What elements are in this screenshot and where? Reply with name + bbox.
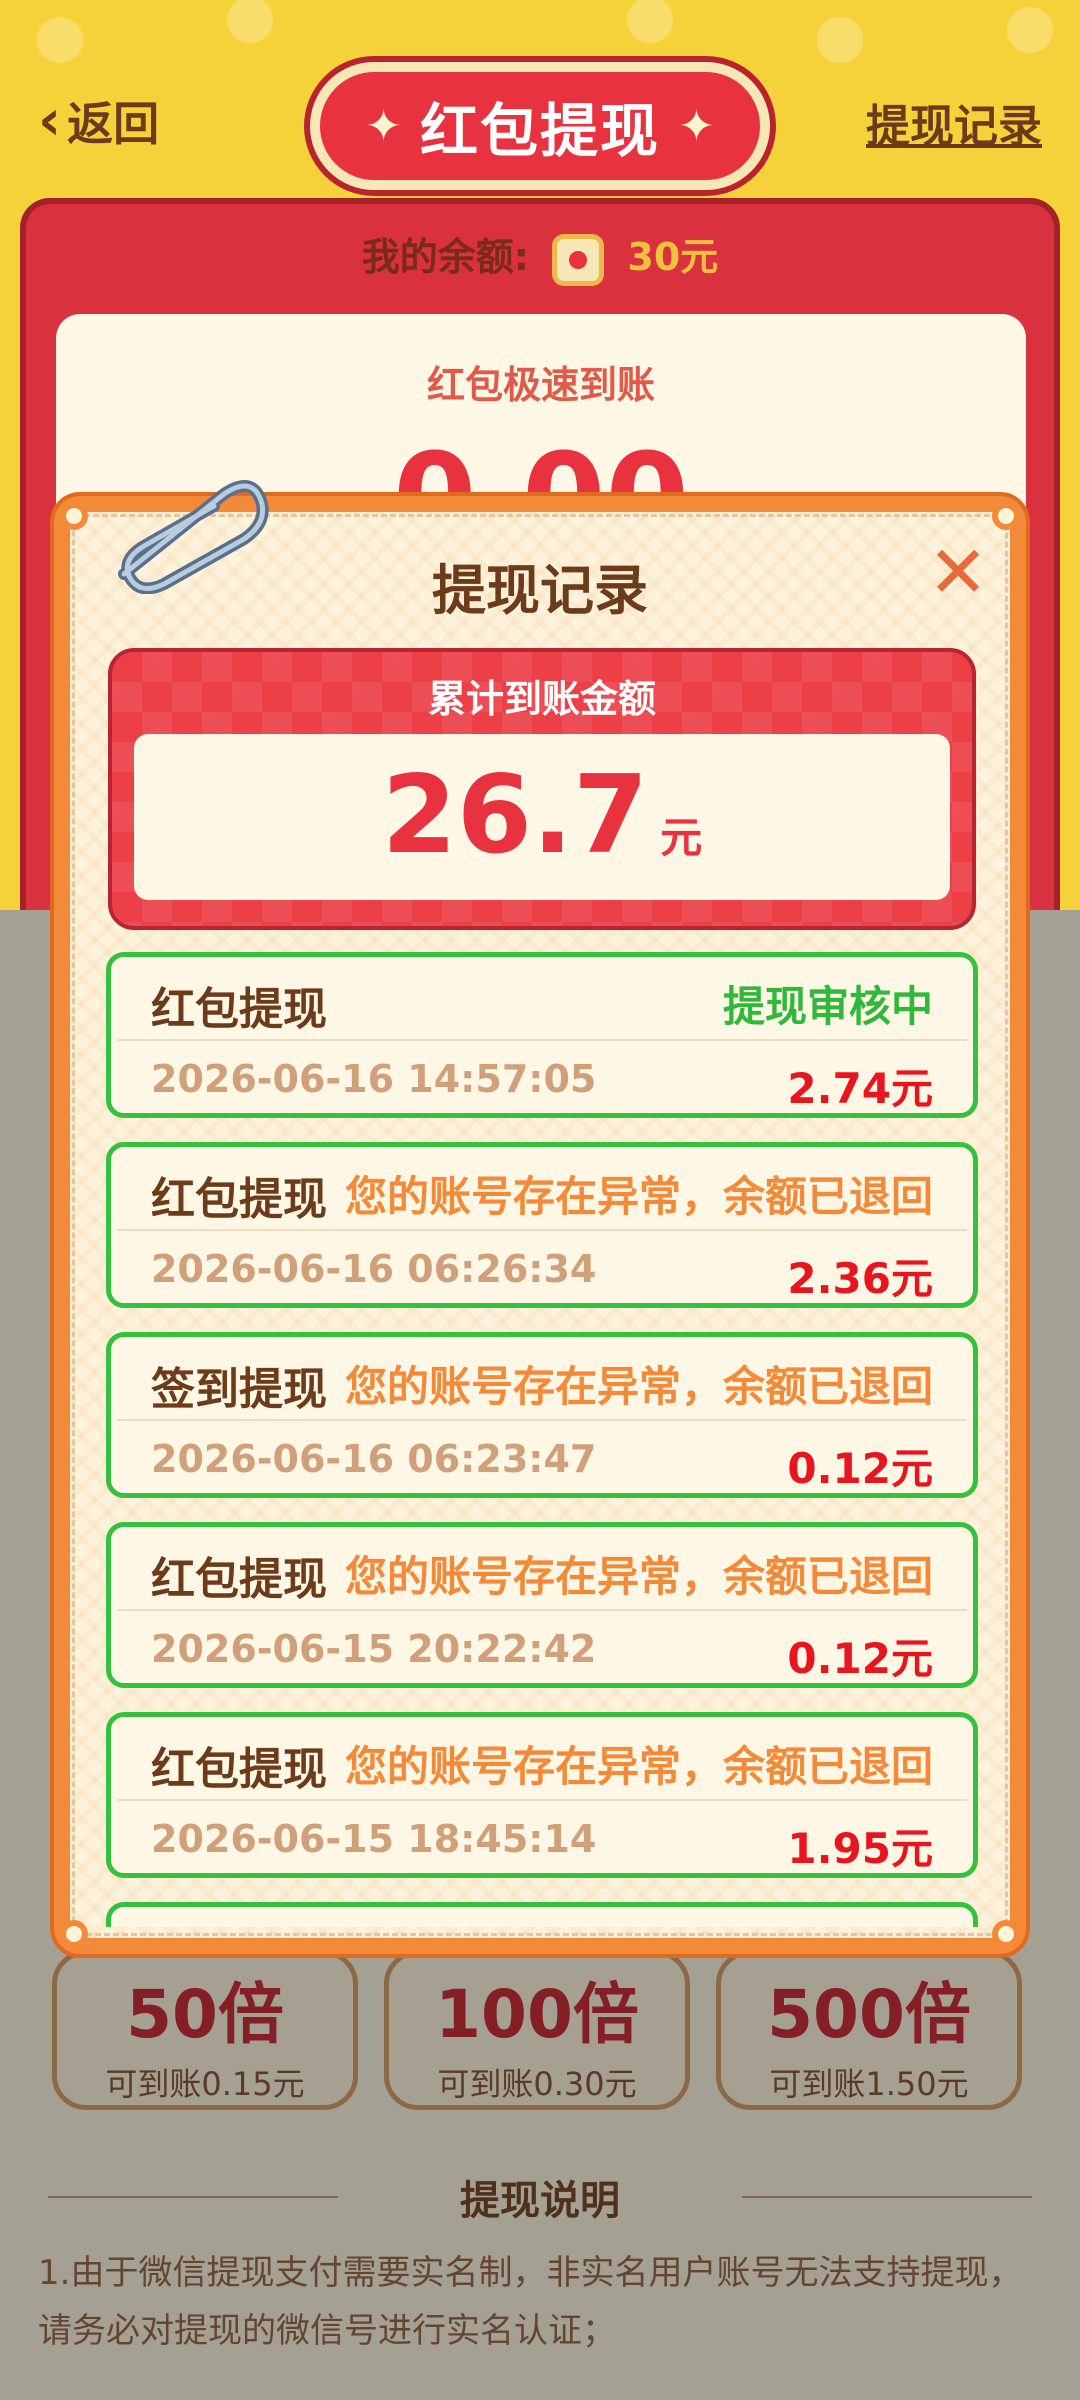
record-divider — [117, 1799, 967, 1801]
page-title: 红包提现 — [419, 97, 660, 165]
record-amount: 0.12元 — [787, 1444, 933, 1493]
record-time: 2026-06-15 20:22:42 — [151, 1627, 597, 1671]
total-amount-box: 26.7 元 — [134, 734, 950, 900]
total-amount: 26.7 — [381, 753, 649, 878]
record-divider — [117, 1039, 967, 1041]
corner-rivet — [60, 1920, 88, 1948]
record-title: 签到提现 — [151, 1364, 327, 1415]
record-amount: 2.36元 — [787, 1254, 933, 1303]
record-time: 2026-06-15 18:45:14 — [151, 1817, 597, 1861]
record-divider — [117, 1419, 967, 1421]
total-label: 累计到账金额 — [427, 677, 656, 721]
record-title: 红包提现 — [151, 1554, 327, 1605]
withdraw-record-link[interactable]: 提现记录 — [866, 90, 1042, 154]
record-amount: 1.95元 — [787, 1824, 933, 1873]
corner-rivet — [60, 502, 88, 530]
record-item: 红包提现 您的账号存在异常，余额已退回 2026-06-16 06:26:34 … — [106, 1142, 978, 1308]
page-title-banner: ✦ 红包提现 ✦ — [310, 62, 770, 190]
record-amount: 0.12元 — [787, 1634, 933, 1683]
back-button[interactable]: ‹ 返回 — [38, 88, 159, 154]
record-time: 2026-06-16 06:23:47 — [151, 1437, 597, 1481]
record-title: 红包提现 — [151, 984, 327, 1035]
record-status: 提现审核中 — [722, 982, 933, 1031]
record-divider — [117, 1229, 967, 1231]
coin-icon — [552, 233, 605, 286]
record-item: 红包提现 您的账号存在异常，余额已退回 2026-06-15 18:45:14 … — [106, 1712, 978, 1878]
record-time: 2026-06-16 06:26:34 — [151, 1247, 597, 1291]
corner-rivet — [992, 502, 1020, 530]
chevron-left-icon: ‹ — [38, 88, 62, 153]
modal-title: 提现记录 — [432, 559, 648, 622]
record-time: 2026-06-16 14:57:05 — [151, 1057, 597, 1101]
sparkle-icon: ✦ — [365, 100, 402, 152]
total-received-card: 累计到账金额 26.7 元 — [108, 648, 976, 930]
record-item: 签到提现 您的账号存在异常，余额已退回 2026-06-16 06:23:47 … — [106, 1332, 978, 1498]
record-status: 您的账号存在异常，余额已退回 — [344, 1172, 933, 1221]
record-status: 您的账号存在异常，余额已退回 — [344, 1742, 933, 1791]
record-list[interactable]: 红包提现 提现审核中 2026-06-16 14:57:05 2.74元 红包提… — [106, 952, 978, 1927]
corner-rivet — [992, 1920, 1020, 1948]
back-label: 返回 — [67, 97, 160, 151]
record-amount: 2.74元 — [787, 1064, 933, 1113]
withdraw-record-modal: 提现记录 ✕ 累计到账金额 26.7 元 红包提现 提现审核中 2026-06-… — [50, 480, 1030, 1958]
card-subtitle: 红包极速到账 — [426, 363, 655, 407]
record-title: 红包提现 — [151, 1744, 327, 1795]
record-item: 红包提现 您的账号存在异常，余额已退回 2026-06-15 20:22:42 … — [106, 1522, 978, 1688]
balance-row: 我的余额: 30元 — [26, 226, 1054, 286]
close-icon[interactable]: ✕ — [926, 536, 990, 608]
record-item — [106, 1902, 978, 1927]
record-status: 您的账号存在异常，余额已退回 — [344, 1362, 933, 1411]
record-divider — [117, 1609, 967, 1611]
record-title: 红包提现 — [151, 1174, 327, 1225]
record-status: 您的账号存在异常，余额已退回 — [344, 1552, 933, 1601]
balance-amount: 30元 — [627, 235, 719, 279]
total-unit: 元 — [660, 813, 703, 862]
sparkle-icon: ✦ — [678, 100, 715, 152]
balance-label: 我的余额: — [361, 235, 529, 279]
record-item: 红包提现 提现审核中 2026-06-16 14:57:05 2.74元 — [106, 952, 978, 1118]
